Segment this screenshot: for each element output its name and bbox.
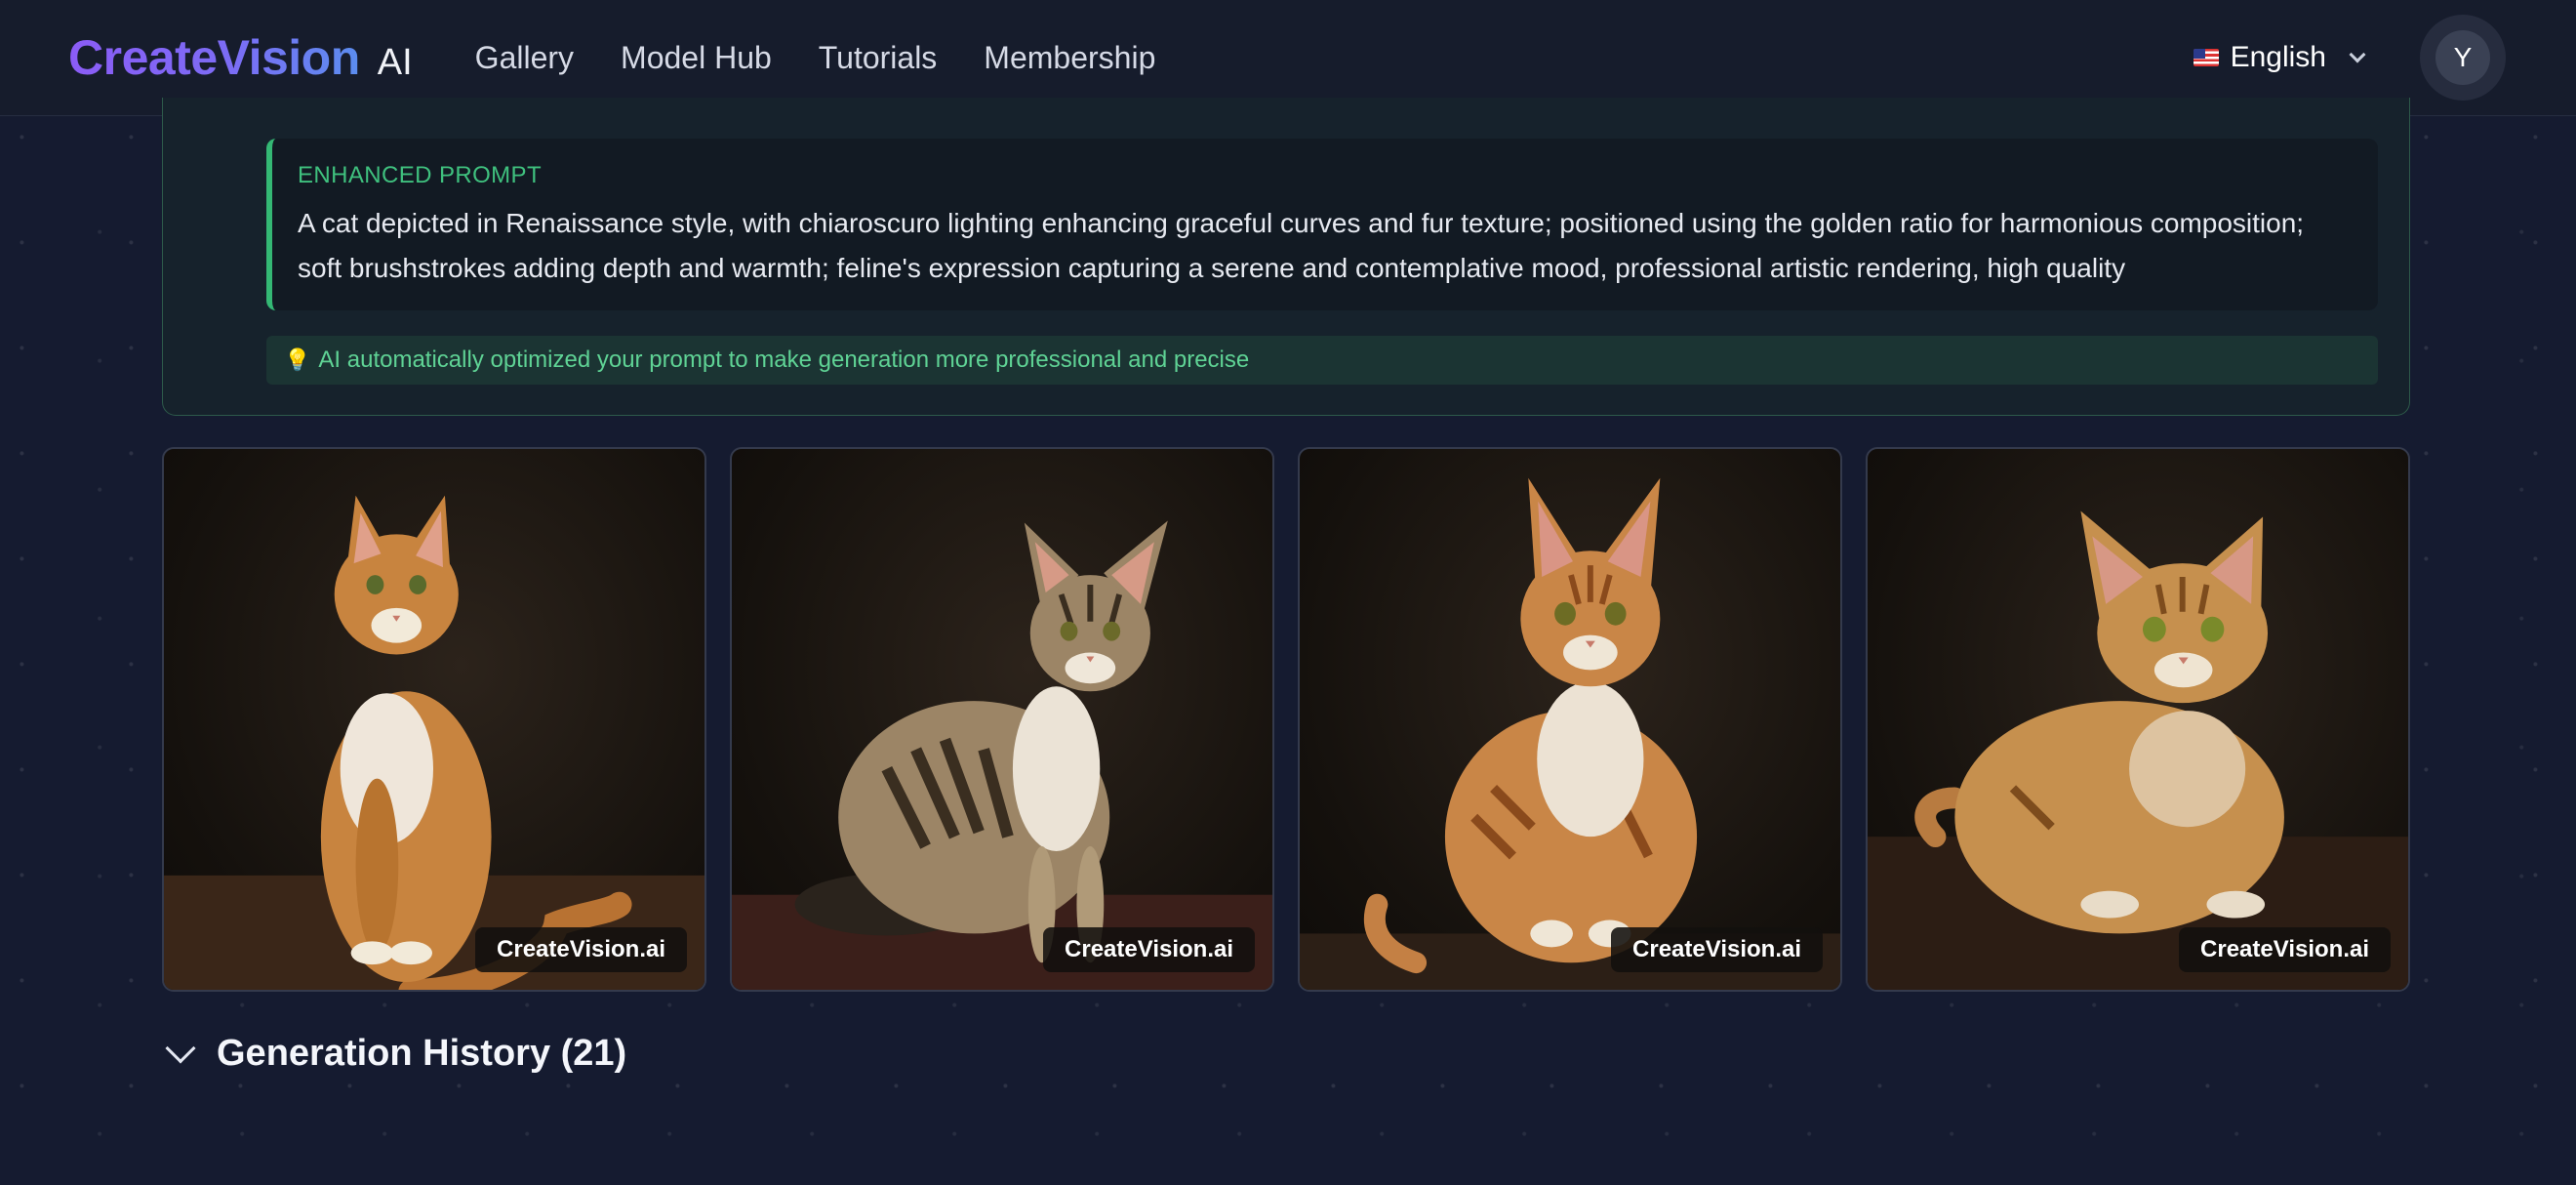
- nav-membership[interactable]: Membership: [984, 40, 1155, 76]
- logo-wordmark: CreateVision: [68, 30, 360, 85]
- cat-illustration: [732, 520, 1272, 990]
- chevron-down-icon: [165, 1032, 196, 1064]
- chevron-down-icon: [2349, 46, 2366, 63]
- optimization-tip: 💡 AI automatically optimized your prompt…: [266, 336, 2378, 385]
- logo-ai-suffix: AI: [377, 42, 413, 83]
- generated-image-2[interactable]: CreateVision.ai: [730, 447, 1274, 992]
- generated-image-1[interactable]: CreateVision.ai: [162, 447, 706, 992]
- cat-illustration: [1868, 511, 2408, 990]
- generated-image-4[interactable]: CreateVision.ai: [1866, 447, 2410, 992]
- generated-image-3[interactable]: CreateVision.ai: [1298, 447, 1842, 992]
- watermark-badge: CreateVision.ai: [1043, 927, 1255, 972]
- cat-illustration: [1300, 477, 1840, 990]
- lightbulb-icon: 💡: [284, 347, 311, 372]
- watermark-badge: CreateVision.ai: [2179, 927, 2391, 972]
- nav-model-hub[interactable]: Model Hub: [621, 40, 772, 76]
- enhanced-prompt-text: A cat depicted in Renaissance style, wit…: [298, 208, 2305, 283]
- main-nav: Gallery Model Hub Tutorials Membership: [475, 40, 1156, 76]
- avatar: Y: [2435, 30, 2490, 85]
- tip-text: AI automatically optimized your prompt t…: [318, 347, 1250, 373]
- generation-history-toggle[interactable]: Generation History (21): [165, 1032, 627, 1075]
- logo[interactable]: CreateVision AI: [68, 29, 413, 86]
- watermark-badge: CreateVision.ai: [1611, 927, 1823, 972]
- watermark-badge: CreateVision.ai: [475, 927, 687, 972]
- language-selector[interactable]: English: [2193, 41, 2366, 74]
- user-menu-button[interactable]: Y: [2420, 15, 2506, 101]
- us-flag-icon: [2193, 49, 2219, 66]
- generation-history-label: Generation History (21): [217, 1033, 627, 1074]
- enhanced-prompt-title: ENHANCED PROMPT: [298, 162, 543, 188]
- enhanced-prompt-box: ENHANCED PROMPT A cat depicted in Renais…: [266, 139, 2378, 310]
- cat-illustration: [164, 495, 704, 990]
- nav-gallery[interactable]: Gallery: [475, 40, 574, 76]
- language-label: English: [2230, 41, 2326, 73]
- nav-tutorials[interactable]: Tutorials: [819, 40, 938, 76]
- prompt-panel: ENHANCED PROMPT A cat depicted in Renais…: [162, 98, 2410, 416]
